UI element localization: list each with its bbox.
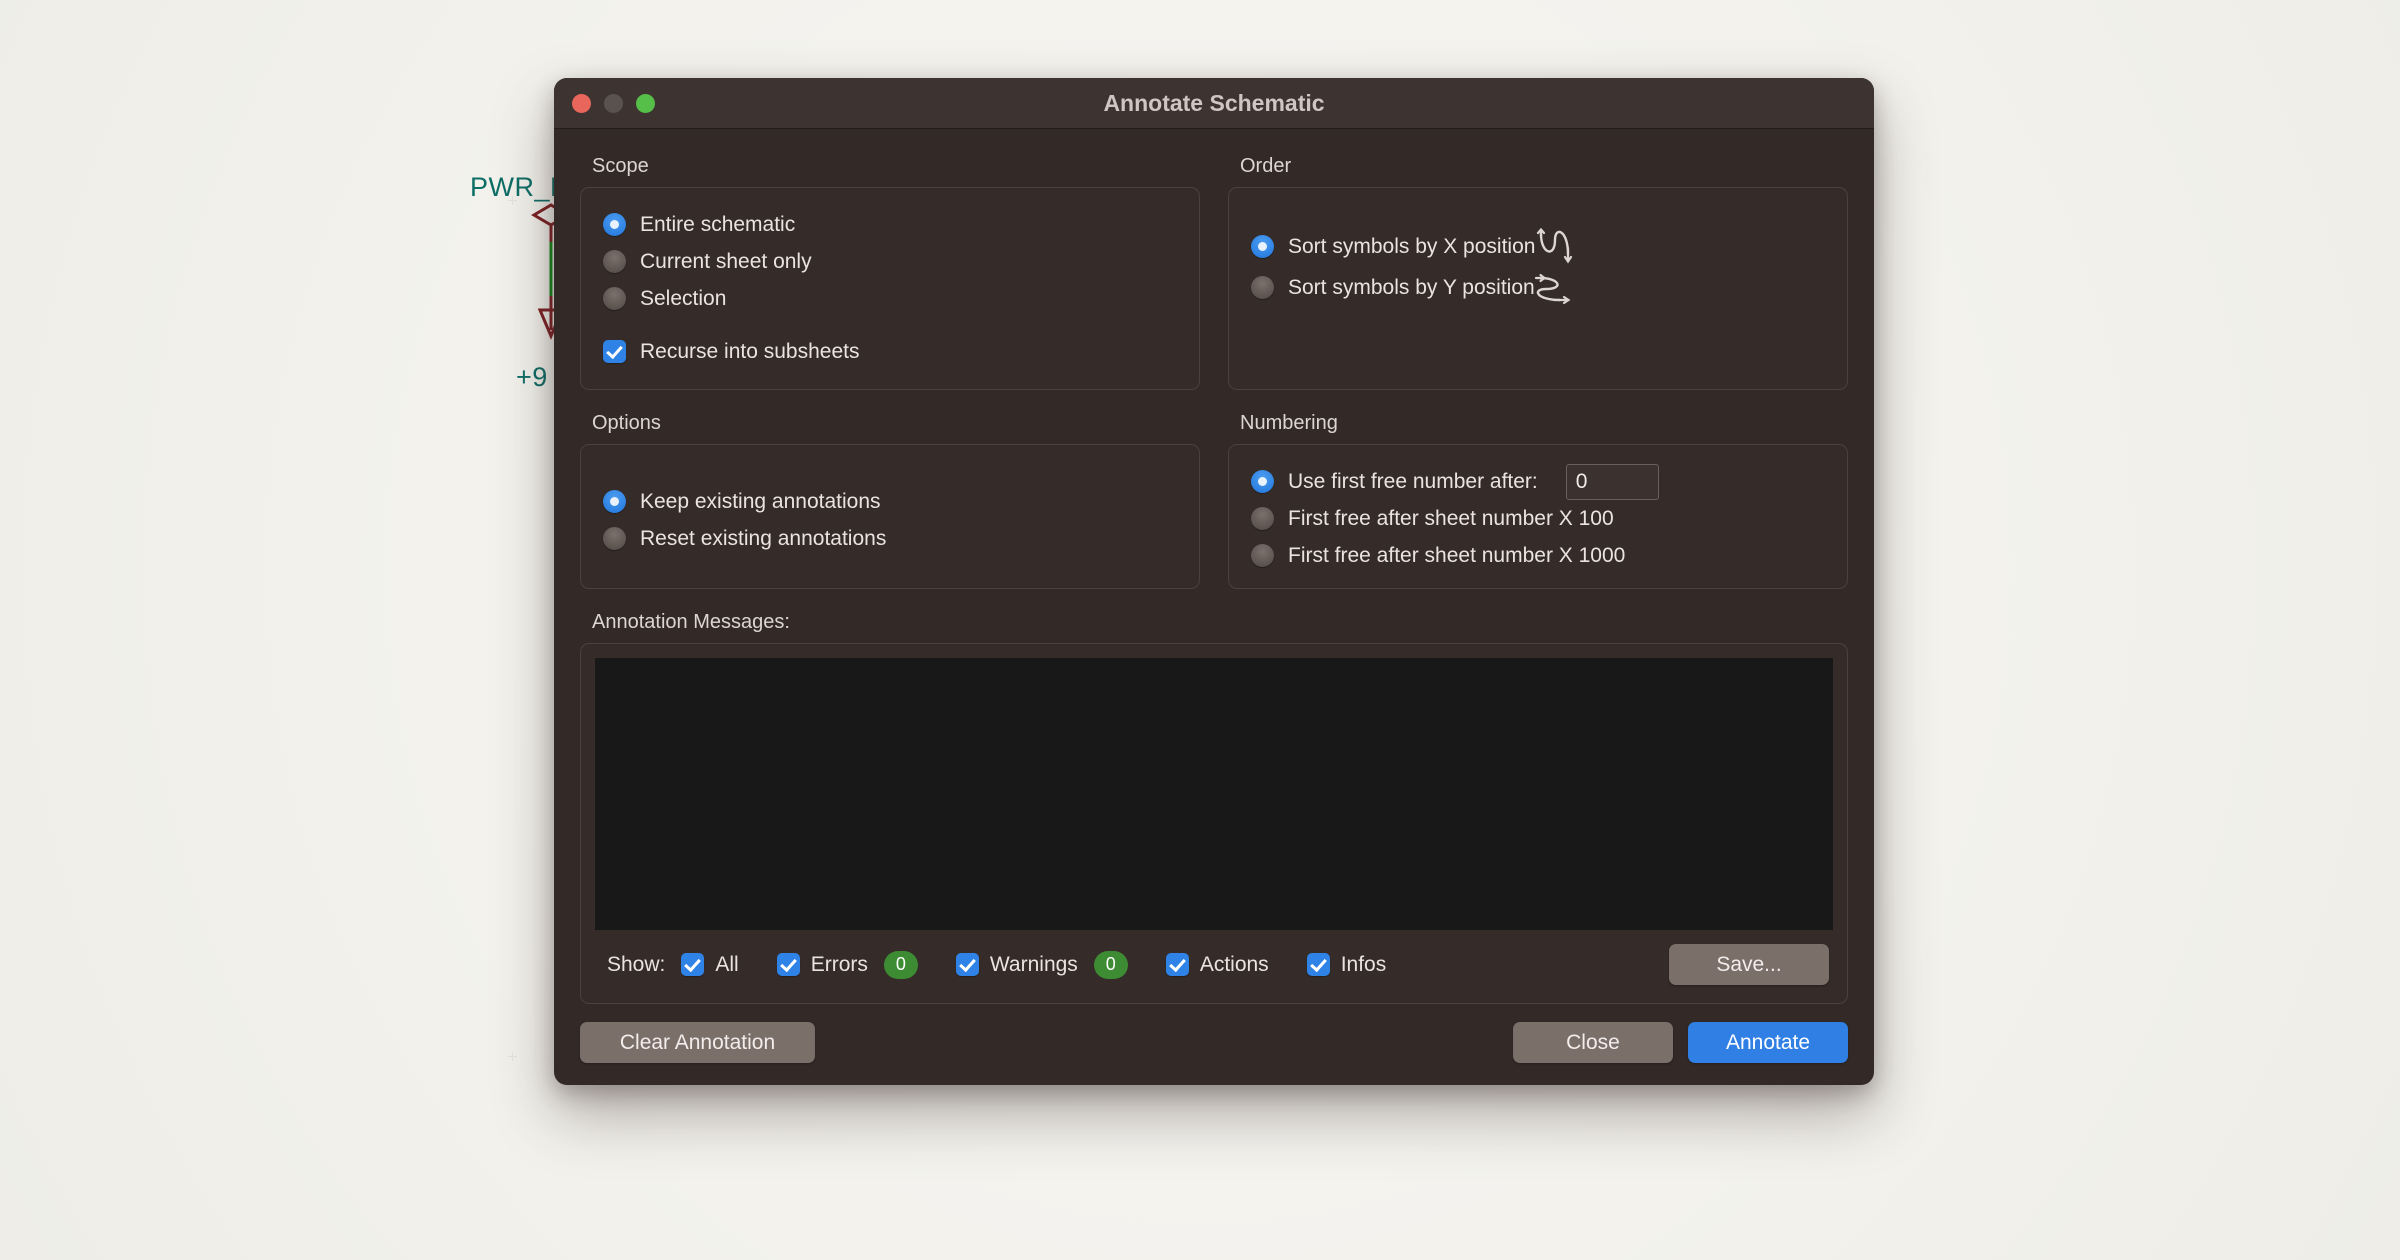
traffic-light-group <box>572 93 655 113</box>
message-filter-row: Show: All Errors 0 Warnings 0 Actions In… <box>595 930 1833 989</box>
options-groupbox: Keep existing annotations Reset existing… <box>580 444 1200 589</box>
options-group-label: Options <box>592 412 661 434</box>
options-radio-label: Reset existing annotations <box>640 526 887 550</box>
close-window-button[interactable] <box>572 93 591 113</box>
checkbox-indicator-icon[interactable] <box>1165 953 1189 976</box>
order-group-label: Order <box>1240 155 1292 177</box>
numbering-column: Numbering Use first free number after: F… <box>1228 412 1848 589</box>
radio-indicator-icon[interactable] <box>1251 276 1274 299</box>
close-button[interactable]: Close <box>1513 1022 1673 1063</box>
scope-radio-current-sheet-only[interactable]: Current sheet only <box>603 243 1177 280</box>
scope-group-label: Scope <box>592 155 649 177</box>
footer-right-buttons: Close Annotate <box>1513 1022 1848 1063</box>
warnings-count-badge: 0 <box>1093 950 1128 979</box>
save-messages-button[interactable]: Save... <box>1669 944 1829 985</box>
filter-label: Errors <box>810 952 868 976</box>
grid-dot <box>508 1052 517 1061</box>
numbering-radio-sheet-number-x100[interactable]: First free after sheet number X 100 <box>1251 500 1825 537</box>
filter-label: Infos <box>1340 952 1387 976</box>
radio-indicator-icon[interactable] <box>1251 470 1274 493</box>
schematic-label-plus9: +9 <box>516 362 548 392</box>
annotation-messages-label: Annotation Messages: <box>592 611 790 633</box>
annotate-schematic-window: Annotate Schematic Scope Entire schemati… <box>554 78 1874 1085</box>
clear-annotation-button[interactable]: Clear Annotation <box>580 1022 815 1063</box>
order-radio-label: Sort symbols by Y position <box>1288 275 1535 299</box>
numbering-radio-label: First free after sheet number X 1000 <box>1288 543 1626 567</box>
scope-checkbox-recurse-into-subsheets[interactable]: Recurse into subsheets <box>603 333 1177 370</box>
sort-y-serpentine-icon <box>1534 273 1571 304</box>
sort-x-serpentine-icon <box>1536 227 1573 263</box>
radio-indicator-icon[interactable] <box>1251 544 1274 567</box>
checkbox-indicator-icon[interactable] <box>681 953 705 976</box>
filter-infos[interactable]: Infos <box>1306 952 1387 977</box>
filter-errors[interactable]: Errors 0 <box>776 950 918 979</box>
checkbox-indicator-icon[interactable] <box>955 953 979 976</box>
dialog-footer: Clear Annotation Close Annotate <box>580 1004 1848 1085</box>
checkbox-indicator-icon[interactable] <box>1306 953 1330 976</box>
radio-indicator-icon[interactable] <box>603 213 626 236</box>
radio-indicator-icon[interactable] <box>603 287 626 310</box>
first-free-number-input[interactable] <box>1565 463 1659 500</box>
radio-indicator-icon[interactable] <box>603 250 626 273</box>
options-radio-label: Keep existing annotations <box>640 489 881 513</box>
minimize-window-button[interactable] <box>604 93 623 113</box>
scope-radio-entire-schematic[interactable]: Entire schematic <box>603 206 1177 243</box>
order-groupbox: Sort symbols by X position Sort symbols … <box>1228 187 1848 390</box>
annotate-button[interactable]: Annotate <box>1688 1022 1848 1063</box>
errors-count-badge: 0 <box>883 950 918 979</box>
numbering-groupbox: Use first free number after: First free … <box>1228 444 1848 589</box>
options-column: Options Keep existing annotations Reset … <box>580 412 1200 589</box>
scope-column: Scope Entire schematic Current sheet onl… <box>580 155 1200 390</box>
checkbox-indicator-icon[interactable] <box>776 953 800 976</box>
filter-label: Warnings <box>989 952 1078 976</box>
row-options-numbering: Options Keep existing annotations Reset … <box>580 412 1848 589</box>
checkbox-indicator-icon[interactable] <box>603 340 626 363</box>
order-radio-sort-by-x[interactable]: Sort symbols by X position <box>1251 226 1825 267</box>
radio-indicator-icon[interactable] <box>1251 235 1274 258</box>
scope-radio-label: Selection <box>640 286 727 310</box>
filter-actions[interactable]: Actions <box>1165 952 1269 977</box>
radio-indicator-icon[interactable] <box>1251 507 1274 530</box>
scope-checkbox-label: Recurse into subsheets <box>640 339 860 363</box>
scope-radio-label: Current sheet only <box>640 249 812 273</box>
numbering-radio-label: Use first free number after: <box>1288 469 1538 493</box>
show-filters-label: Show: <box>607 952 666 976</box>
filter-all[interactable]: All <box>681 952 739 977</box>
options-radio-reset-existing-annotations[interactable]: Reset existing annotations <box>603 520 1177 557</box>
filter-label: All <box>715 952 739 976</box>
filter-warnings[interactable]: Warnings 0 <box>955 950 1128 979</box>
window-title: Annotate Schematic <box>1103 89 1325 116</box>
options-radio-keep-existing-annotations[interactable]: Keep existing annotations <box>603 483 1177 520</box>
zoom-window-button[interactable] <box>636 93 655 113</box>
numbering-group-label: Numbering <box>1240 412 1338 434</box>
order-radio-sort-by-y[interactable]: Sort symbols by Y position <box>1251 267 1825 308</box>
order-radio-label: Sort symbols by X position <box>1288 234 1536 258</box>
scope-groupbox: Entire schematic Current sheet only Sele… <box>580 187 1200 390</box>
filter-label: Actions <box>1199 952 1269 976</box>
scope-radio-label: Entire schematic <box>640 212 796 236</box>
scope-radio-selection[interactable]: Selection <box>603 280 1177 317</box>
numbering-radio-label: First free after sheet number X 100 <box>1288 506 1614 530</box>
dialog-body: Scope Entire schematic Current sheet onl… <box>554 129 1874 1085</box>
order-column: Order Sort symbols by X position Sort sy… <box>1228 155 1848 390</box>
schematic-label-pwr: PWR_F <box>470 172 567 202</box>
row-scope-order: Scope Entire schematic Current sheet onl… <box>580 155 1848 390</box>
annotation-messages-groupbox: Show: All Errors 0 Warnings 0 Actions In… <box>580 643 1848 1004</box>
window-titlebar[interactable]: Annotate Schematic <box>554 78 1874 129</box>
annotation-messages-textarea[interactable] <box>595 658 1833 930</box>
numbering-radio-use-first-free-number-after[interactable]: Use first free number after: <box>1251 463 1825 500</box>
radio-indicator-icon[interactable] <box>603 490 626 513</box>
numbering-radio-sheet-number-x1000[interactable]: First free after sheet number X 1000 <box>1251 537 1825 574</box>
radio-indicator-icon[interactable] <box>603 527 626 550</box>
